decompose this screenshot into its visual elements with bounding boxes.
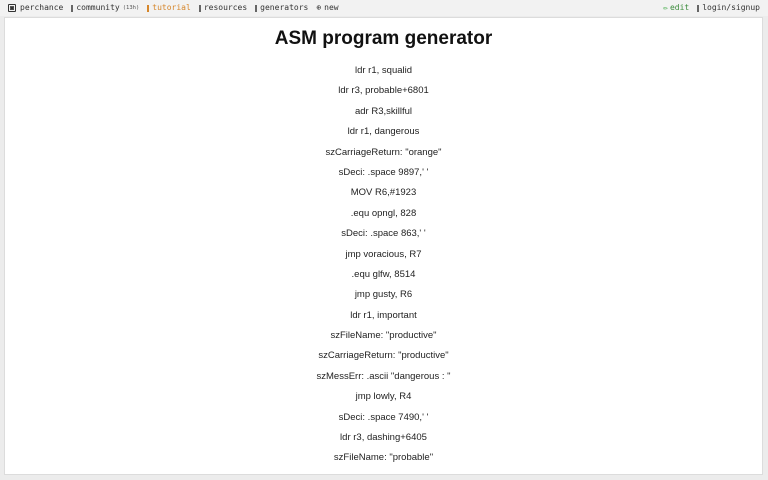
user-icon [697,4,700,12]
generated-line: jmp lowly, R4 [355,391,412,403]
nav-perchance[interactable]: perchance [8,0,63,16]
generated-line: adr R3,skillful [354,105,413,117]
nav-new[interactable]: ⊕ new [316,0,338,16]
generated-line: sDeci: .space 9897,' ' [338,166,429,178]
generated-line: szCarriageReturn: "orange" [325,146,442,158]
community-icon [71,4,74,12]
generated-line: MOV R6,#1923 [350,187,417,199]
generated-line: szFileName: "productive" [330,330,437,342]
generators-icon [255,4,258,12]
generated-line: szMessErr: .ascii "dangerous : " [316,370,451,382]
generated-line: .equ glfw, 8514 [351,268,416,280]
community-badge: (13h) [122,5,140,11]
main-nav: perchance community (13h) tutorial resou… [8,0,347,16]
nav-generators-label: generators [260,3,309,12]
generated-line: ldr r1, dangerous [347,126,420,138]
nav-new-label: new [324,3,339,12]
generated-line: ldr r3, dashing+6405 [340,432,427,444]
nav-tutorial[interactable]: tutorial [147,0,191,16]
nav-community-label: community [76,3,120,12]
pencil-icon: ✏ [663,3,668,12]
generated-line: szCarriageReturn: "productive" [318,350,449,362]
generated-line: .equ opngl, 828 [350,207,417,219]
dice-icon [8,4,16,12]
nav-perchance-label: perchance [20,3,64,12]
edit-button[interactable]: ✏ edit [663,0,689,16]
nav-tutorial-label: tutorial [152,3,191,12]
account-nav: ✏ edit login/signup [663,0,760,16]
top-navigation-bar: perchance community (13h) tutorial resou… [0,0,768,16]
generated-line: jmp voracious, R7 [345,248,422,260]
generated-line: ldr r1, squalid [354,65,413,76]
nav-resources[interactable]: resources [198,0,248,16]
nav-generators[interactable]: generators [255,0,308,16]
generated-line: ldr r3, probable+6801 [338,85,429,97]
generated-lines-list: ldr r1, squalid ldr r3, probable+6801 ad… [5,63,762,471]
generated-line: sDeci: .space 863,' ' [341,228,426,240]
resources-icon [198,4,201,12]
plus-circle-icon: ⊕ [316,3,322,12]
generated-line: jmp gusty, R6 [354,289,413,301]
generated-line: ldr r1, important [350,309,417,321]
tutorial-icon [147,4,150,12]
generator-output-panel: ASM program generator ldr r1, squalid ld… [4,17,763,475]
nav-resources-label: resources [203,3,248,12]
nav-community[interactable]: community (13h) [71,0,139,16]
edit-label: edit [669,3,690,12]
page-title: ASM program generator [274,28,493,49]
generated-line: szFileName: "probable" [333,452,434,464]
login-label: login/signup [702,3,760,12]
login-signup-link[interactable]: login/signup [697,0,760,16]
generated-line: sDeci: .space 7490,' ' [338,411,429,423]
